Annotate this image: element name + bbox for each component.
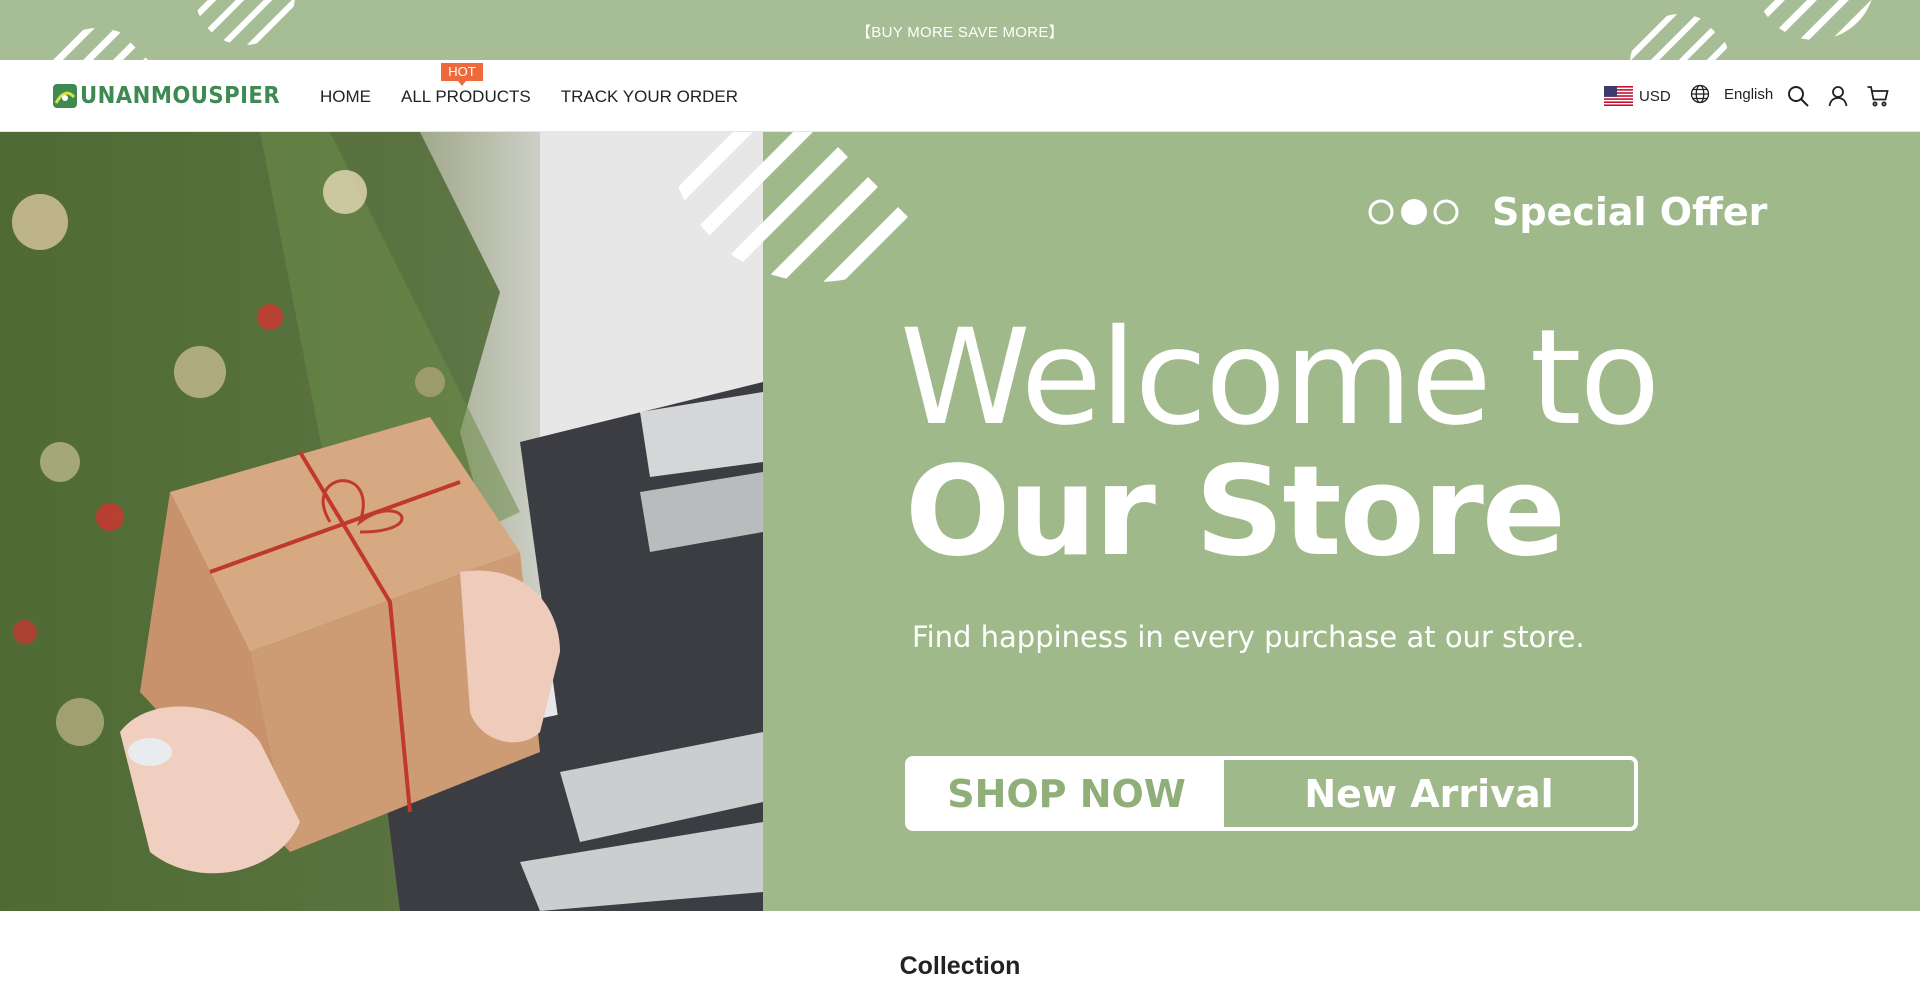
language-selector[interactable]: English <box>1690 84 1773 104</box>
globe-icon <box>1690 84 1710 104</box>
site-header: UNANMOUSPIER HOME HOT ALL PRODUCTS TRACK… <box>0 60 1920 132</box>
currency-selector[interactable]: USD <box>1604 86 1671 106</box>
new-arrival-button[interactable]: New Arrival <box>1224 760 1634 827</box>
brand-logo[interactable]: UNANMOUSPIER <box>52 82 298 110</box>
hero-photo-gift <box>0 132 763 911</box>
hero-headline-line2: Our Store <box>905 440 1566 584</box>
language-label: English <box>1724 85 1774 103</box>
hot-badge: HOT <box>441 63 483 86</box>
announcement-text: 【BUY MORE SAVE MORE】 <box>856 24 1064 41</box>
nav-item-label: TRACK YOUR ORDER <box>560 87 738 106</box>
nav-item-home[interactable]: HOME <box>320 87 371 107</box>
special-offer-text: Special Offer <box>1492 190 1768 234</box>
nav-item-all-products[interactable]: HOT ALL PRODUCTS <box>401 63 531 107</box>
search-icon[interactable] <box>1786 84 1810 108</box>
account-icon[interactable] <box>1826 84 1850 108</box>
currency-label: USD <box>1639 87 1671 105</box>
hero-tagline: Find happiness in every purchase at our … <box>912 620 1585 654</box>
special-offer-label: Special Offer <box>1366 190 1767 234</box>
stripe-circle-decoration <box>668 132 968 282</box>
gift-photo-illustration <box>0 132 763 911</box>
announcement-bar: 【BUY MORE SAVE MORE】 <box>0 0 1920 60</box>
us-flag-icon <box>1604 86 1633 106</box>
logo-text: UNANMOUSPIER <box>80 83 281 109</box>
nav-item-track-order[interactable]: TRACK YOUR ORDER <box>561 87 738 107</box>
cart-icon[interactable] <box>1866 84 1890 108</box>
hero-headline-line1: Welcome to <box>900 301 1660 455</box>
logo-mark-icon <box>53 84 77 108</box>
nav-item-label: HOME <box>320 87 371 106</box>
hero-banner[interactable]: Special Offer Welcome to Our Store Find … <box>0 132 1920 911</box>
hero-cta-group: SHOP NOW New Arrival <box>905 756 1638 831</box>
nav-item-label: ALL PRODUCTS <box>401 87 531 106</box>
collection-heading: Collection <box>899 952 1021 980</box>
shop-now-button[interactable]: SHOP NOW <box>909 760 1224 827</box>
main-nav: HOME HOT ALL PRODUCTS TRACK YOUR ORDER <box>320 63 738 107</box>
dots-icon <box>1368 199 1459 225</box>
